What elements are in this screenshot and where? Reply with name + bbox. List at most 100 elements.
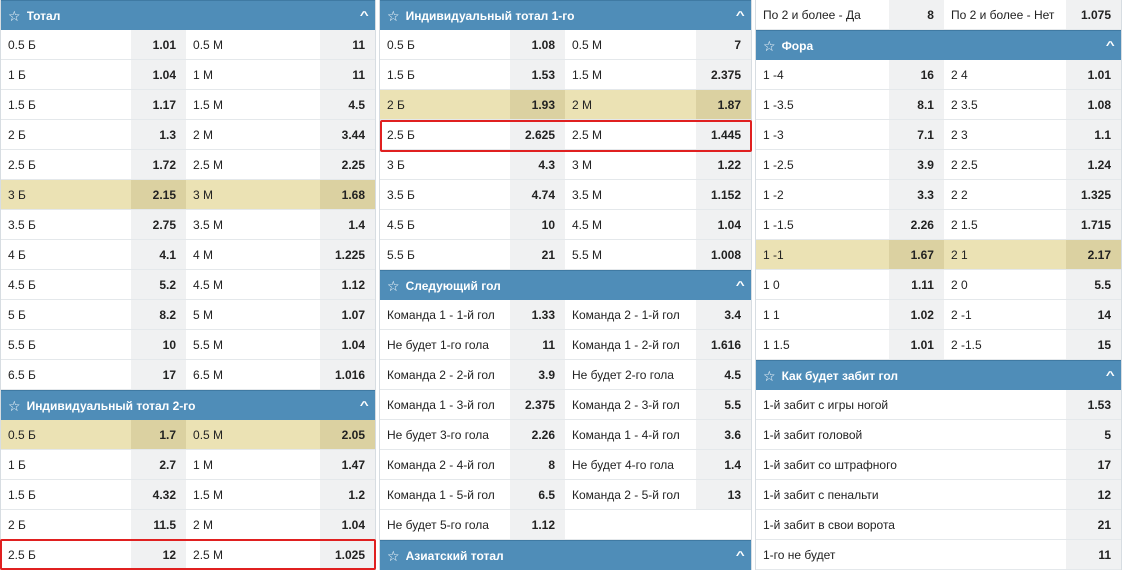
odds-button[interactable]: 1.08 xyxy=(510,30,565,59)
market-header-next-goal[interactable]: ☆ Следующий гол ^ xyxy=(380,270,751,300)
odds-button[interactable]: 3.6 xyxy=(696,420,751,449)
odds-button[interactable]: 1.2 xyxy=(320,480,375,509)
odds-button[interactable]: 1.075 xyxy=(1066,0,1121,29)
odds-button[interactable]: 2.625 xyxy=(510,120,565,149)
odds-button[interactable]: 2.17 xyxy=(1066,240,1121,269)
star-icon[interactable]: ☆ xyxy=(387,549,400,563)
odds-button[interactable]: 2.7 xyxy=(131,450,187,479)
odds-button[interactable]: 11 xyxy=(510,330,565,359)
odds-button[interactable]: 16 xyxy=(889,60,944,89)
odds-button[interactable]: 1.025 xyxy=(320,540,375,569)
star-icon[interactable]: ☆ xyxy=(387,279,400,293)
odds-button[interactable]: 2.375 xyxy=(510,390,565,419)
chevron-up-icon[interactable]: ^ xyxy=(735,550,744,562)
odds-button[interactable]: 1.445 xyxy=(696,120,751,149)
odds-button[interactable]: 6.5 xyxy=(510,480,565,509)
odds-button[interactable]: 1.12 xyxy=(510,510,565,539)
odds-button[interactable]: 1.04 xyxy=(320,330,375,359)
odds-button[interactable]: 2.26 xyxy=(889,210,944,239)
odds-button[interactable]: 1.24 xyxy=(1066,150,1121,179)
odds-button[interactable]: 21 xyxy=(510,240,565,269)
odds-button[interactable]: 1.07 xyxy=(320,300,375,329)
chevron-up-icon[interactable]: ^ xyxy=(359,400,368,412)
odds-button[interactable]: 1.93 xyxy=(510,90,565,119)
odds-button[interactable]: 1.33 xyxy=(510,300,565,329)
odds-button[interactable]: 2.25 xyxy=(320,150,375,179)
odds-button[interactable]: 17 xyxy=(1066,450,1121,479)
odds-button[interactable]: 1.87 xyxy=(696,90,751,119)
chevron-up-icon[interactable]: ^ xyxy=(735,10,744,22)
odds-button[interactable]: 11.5 xyxy=(131,510,187,539)
star-icon[interactable]: ☆ xyxy=(8,9,21,23)
odds-button[interactable]: 11 xyxy=(320,60,375,89)
odds-button[interactable]: 3.3 xyxy=(889,180,944,209)
odds-button[interactable]: 1.53 xyxy=(1066,390,1121,419)
odds-button[interactable]: 5.5 xyxy=(1066,270,1121,299)
odds-button[interactable]: 7.1 xyxy=(889,120,944,149)
odds-button[interactable]: 10 xyxy=(510,210,565,239)
odds-button[interactable]: 8 xyxy=(510,450,565,479)
chevron-up-icon[interactable]: ^ xyxy=(1105,370,1114,382)
odds-button[interactable]: 2.05 xyxy=(320,420,375,449)
odds-button[interactable]: 1.53 xyxy=(510,60,565,89)
odds-button[interactable]: 1.225 xyxy=(320,240,375,269)
odds-button[interactable]: 1.04 xyxy=(131,60,187,89)
market-header-how-goal[interactable]: ☆ Как будет забит гол ^ xyxy=(756,360,1121,390)
odds-button[interactable]: 5.2 xyxy=(131,270,187,299)
odds-button[interactable]: 1.08 xyxy=(1066,90,1121,119)
odds-button[interactable]: 12 xyxy=(1066,480,1121,509)
odds-button[interactable]: 7 xyxy=(696,30,751,59)
odds-button[interactable]: 1.01 xyxy=(889,330,944,359)
odds-button[interactable]: 11 xyxy=(320,30,375,59)
market-header-asian-total[interactable]: ☆ Азиатский тотал ^ xyxy=(380,540,751,570)
odds-button[interactable]: 3.44 xyxy=(320,120,375,149)
odds-button[interactable] xyxy=(696,510,751,539)
odds-button[interactable]: 1.01 xyxy=(131,30,187,59)
market-header-ind-total-1[interactable]: ☆ Индивидуальный тотал 1-го ^ xyxy=(380,0,751,30)
odds-button[interactable]: 14 xyxy=(1066,300,1121,329)
star-icon[interactable]: ☆ xyxy=(763,369,776,383)
odds-button[interactable]: 1.7 xyxy=(131,420,187,449)
odds-button[interactable]: 1.4 xyxy=(696,450,751,479)
chevron-up-icon[interactable]: ^ xyxy=(735,280,744,292)
odds-button[interactable]: 2.26 xyxy=(510,420,565,449)
odds-button[interactable]: 1.47 xyxy=(320,450,375,479)
market-header-ind-total-2[interactable]: ☆ Индивидуальный тотал 2-го ^ xyxy=(1,390,375,420)
odds-button[interactable]: 1.17 xyxy=(131,90,187,119)
market-header-handicap[interactable]: ☆ Фора ^ xyxy=(756,30,1121,60)
chevron-up-icon[interactable]: ^ xyxy=(359,10,368,22)
odds-button[interactable]: 2.75 xyxy=(131,210,187,239)
odds-button[interactable]: 8.2 xyxy=(131,300,187,329)
odds-button[interactable]: 1.152 xyxy=(696,180,751,209)
odds-button[interactable]: 17 xyxy=(131,360,187,389)
odds-button[interactable]: 1.1 xyxy=(1066,120,1121,149)
star-icon[interactable]: ☆ xyxy=(763,39,776,53)
odds-button[interactable]: 12 xyxy=(131,540,187,569)
odds-button[interactable]: 4.1 xyxy=(131,240,187,269)
star-icon[interactable]: ☆ xyxy=(387,9,400,23)
odds-button[interactable]: 1.04 xyxy=(320,510,375,539)
odds-button[interactable]: 1.01 xyxy=(1066,60,1121,89)
odds-button[interactable]: 4.5 xyxy=(320,90,375,119)
odds-button[interactable]: 11 xyxy=(1066,540,1121,569)
odds-button[interactable]: 1.02 xyxy=(889,300,944,329)
odds-button[interactable]: 2.15 xyxy=(131,180,187,209)
odds-button[interactable]: 1.016 xyxy=(320,360,375,389)
star-icon[interactable]: ☆ xyxy=(8,399,21,413)
odds-button[interactable]: 3.9 xyxy=(889,150,944,179)
odds-button[interactable]: 1.68 xyxy=(320,180,375,209)
market-header-total[interactable]: ☆ Тотал ^ xyxy=(1,0,375,30)
odds-button[interactable]: 4.5 xyxy=(696,360,751,389)
odds-button[interactable]: 4.32 xyxy=(131,480,187,509)
odds-button[interactable]: 21 xyxy=(1066,510,1121,539)
odds-button[interactable]: 1.12 xyxy=(320,270,375,299)
odds-button[interactable]: 2.375 xyxy=(696,60,751,89)
odds-button[interactable]: 10 xyxy=(131,330,187,359)
odds-button[interactable]: 3.4 xyxy=(696,300,751,329)
odds-button[interactable]: 1.67 xyxy=(889,240,944,269)
odds-button[interactable]: 1.3 xyxy=(131,120,187,149)
chevron-up-icon[interactable]: ^ xyxy=(1105,40,1114,52)
odds-button[interactable]: 8.1 xyxy=(889,90,944,119)
odds-button[interactable]: 13 xyxy=(696,480,751,509)
odds-button[interactable]: 1.616 xyxy=(696,330,751,359)
